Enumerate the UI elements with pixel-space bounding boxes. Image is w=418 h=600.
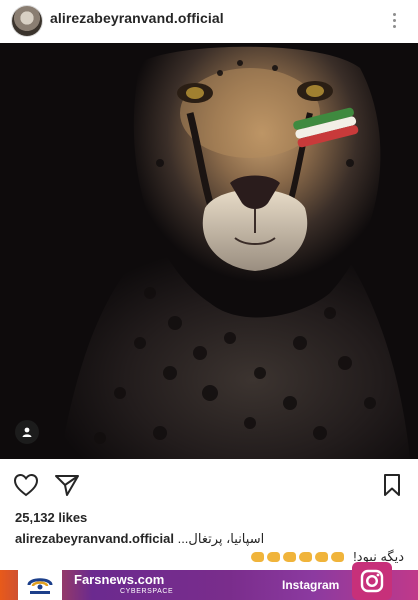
bookmark-icon[interactable] — [380, 471, 404, 499]
share-icon[interactable] — [53, 471, 81, 499]
flexed-biceps-icon — [248, 549, 344, 564]
post-header: alirezabeyranvand.official — [0, 0, 418, 43]
likes-count[interactable]: 25,132 likes — [15, 510, 87, 525]
avatar[interactable] — [12, 6, 42, 36]
caption-text: اسپانیا، پرتغال... — [177, 531, 265, 546]
heart-icon[interactable] — [12, 471, 40, 499]
post-image[interactable] — [0, 43, 418, 459]
cheetah-photo — [0, 43, 418, 459]
post-username[interactable]: alirezabeyranvand.official — [50, 10, 224, 26]
caption-username[interactable]: alirezabeyranvand.official — [15, 531, 174, 546]
instagram-label: Instagram — [282, 578, 340, 592]
caption: alirezabeyranvand.official اسپانیا، پرتغ… — [15, 531, 410, 547]
instagram-icon — [352, 562, 392, 600]
farsnews-logo — [18, 570, 62, 600]
farsnews-brand: Farsnews.com — [74, 572, 165, 587]
user-tag-icon[interactable] — [15, 420, 39, 444]
farsnews-subtitle: CYBERSPACE — [120, 588, 174, 595]
action-bar — [0, 463, 418, 507]
more-options-icon[interactable] — [386, 7, 402, 33]
